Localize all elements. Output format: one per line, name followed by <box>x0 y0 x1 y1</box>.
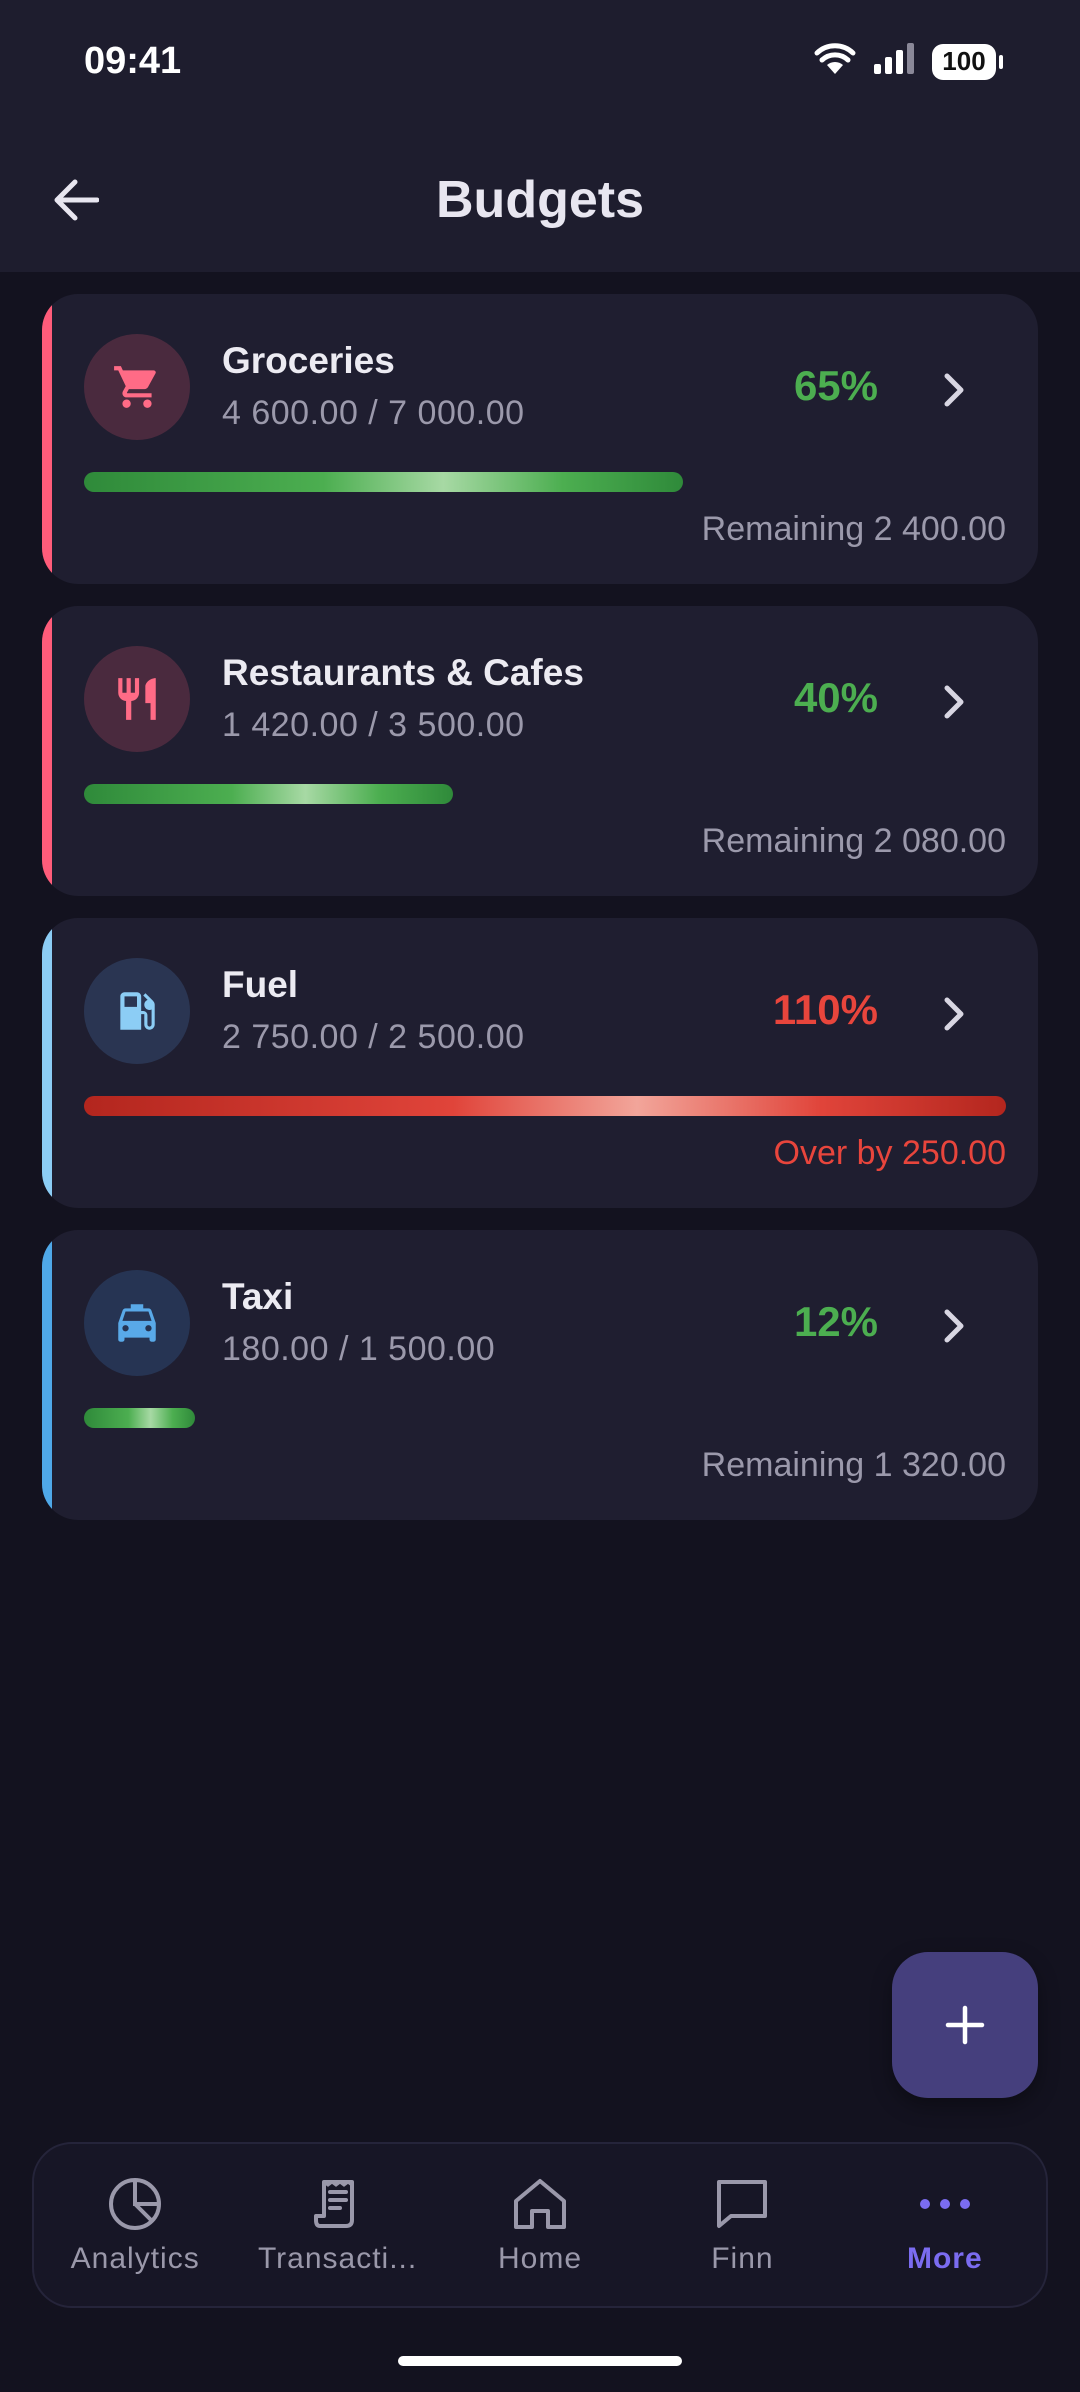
progress-bar <box>84 1408 1006 1428</box>
category-accent-stripe <box>42 918 52 1208</box>
category-accent-stripe <box>42 1230 52 1520</box>
remaining-text: Remaining 1 320.00 <box>701 1446 1006 1484</box>
percent-used: 65% <box>793 362 878 409</box>
category-accent-stripe <box>42 294 52 584</box>
budgets-screen: 09:41 100 Budgets Groceries 4 600.00 / 7… <box>0 0 1080 2392</box>
remaining-text: Remaining 2 080.00 <box>701 822 1006 860</box>
chat-icon <box>712 2174 772 2234</box>
remaining-text: Remaining 2 400.00 <box>701 510 1006 548</box>
progress-bar <box>84 472 1006 492</box>
chevron-right-icon <box>930 678 978 726</box>
fuel-pump-icon <box>84 958 190 1064</box>
category-name: Taxi <box>222 1276 294 1317</box>
cart-icon <box>84 334 190 440</box>
plus-icon <box>945 2005 985 2045</box>
category-name: Fuel <box>222 964 299 1005</box>
progress-bar <box>84 1096 1006 1116</box>
add-budget-button[interactable] <box>892 1952 1038 2098</box>
nav-more[interactable]: More <box>844 2144 1046 2306</box>
category-name: Groceries <box>222 340 395 381</box>
chevron-right-icon <box>930 990 978 1038</box>
status-icons: 100 <box>814 42 1003 81</box>
signal-icon <box>872 42 916 81</box>
home-icon <box>510 2174 570 2234</box>
home-indicator[interactable] <box>398 2356 682 2366</box>
pie-chart-icon <box>105 2174 165 2234</box>
progress-fill <box>84 1408 195 1428</box>
nav-finn[interactable]: Finn <box>641 2144 843 2306</box>
spent-of-limit: 2 750.00 / 2 500.00 <box>222 1018 525 1056</box>
wifi-icon <box>814 42 856 81</box>
taxi-icon <box>84 1270 190 1376</box>
spent-of-limit: 180.00 / 1 500.00 <box>222 1330 496 1368</box>
category-name: Restaurants & Cafes <box>222 652 584 693</box>
progress-fill <box>84 472 684 492</box>
progress-bar <box>84 784 1006 804</box>
status-time: 09:41 <box>84 40 182 82</box>
app-header: 09:41 100 Budgets <box>0 0 1080 272</box>
budget-card[interactable]: Fuel 2 750.00 / 2 500.00 110% Over by 25… <box>42 918 1038 1208</box>
nav-label: Transacti... <box>257 2242 418 2275</box>
nav-label: More <box>906 2242 983 2275</box>
progress-fill <box>84 1096 1006 1116</box>
nav-label: Finn <box>711 2242 774 2275</box>
budget-list: Groceries 4 600.00 / 7 000.00 65% Remain… <box>42 294 1038 1542</box>
more-dots-icon <box>915 2174 975 2234</box>
page-title: Budgets <box>436 171 644 229</box>
receipt-icon <box>308 2174 368 2234</box>
nav-home[interactable]: Home <box>439 2144 641 2306</box>
budget-card[interactable]: Taxi 180.00 / 1 500.00 12% Remaining 1 3… <box>42 1230 1038 1520</box>
category-accent-stripe <box>42 606 52 896</box>
budget-card[interactable]: Restaurants & Cafes 1 420.00 / 3 500.00 … <box>42 606 1038 896</box>
budget-card[interactable]: Groceries 4 600.00 / 7 000.00 65% Remain… <box>42 294 1038 584</box>
chevron-right-icon <box>930 366 978 414</box>
percent-used: 40% <box>793 674 878 721</box>
nav-transactions[interactable]: Transacti... <box>236 2144 438 2306</box>
nav-label: Analytics <box>70 2242 200 2275</box>
overspent-text: Over by 250.00 <box>773 1134 1006 1172</box>
spent-of-limit: 1 420.00 / 3 500.00 <box>222 706 525 744</box>
percent-used: 12% <box>793 1298 878 1345</box>
nav-analytics[interactable]: Analytics <box>34 2144 236 2306</box>
nav-label: Home <box>498 2242 583 2275</box>
chevron-right-icon <box>930 1302 978 1350</box>
bottom-navigation: Analytics Transacti... Home Finn More <box>32 2142 1048 2308</box>
spent-of-limit: 4 600.00 / 7 000.00 <box>222 394 525 432</box>
fork-knife-icon <box>84 646 190 752</box>
battery-icon: 100 <box>932 43 1003 80</box>
percent-used: 110% <box>772 986 878 1033</box>
progress-fill <box>84 784 453 804</box>
